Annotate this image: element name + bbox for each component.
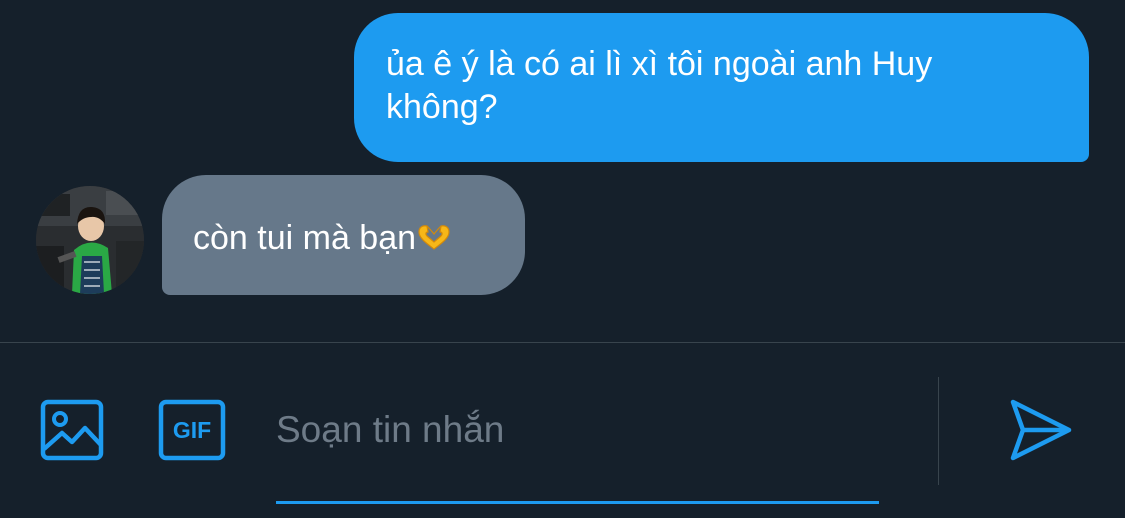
outgoing-message-line-2: không? <box>386 88 498 126</box>
compose-input-underline <box>276 501 879 504</box>
gif-label: GIF <box>172 417 212 443</box>
avatar-photo <box>36 186 144 294</box>
send-icon <box>1010 399 1072 461</box>
add-image-button[interactable] <box>40 399 104 461</box>
incoming-message-text: còn tui mà bạn <box>193 219 417 257</box>
dm-conversation-screen: ủa ê ý là có ai lì xì tôi ngoài anh Huy … <box>0 0 1125 518</box>
composer-divider <box>0 342 1125 343</box>
image-icon <box>40 399 104 461</box>
outgoing-message-line-1: ủa ê ý là có ai lì xì tôi ngoài anh Huy <box>386 45 933 83</box>
send-button[interactable] <box>1008 398 1074 462</box>
add-gif-button[interactable]: GIF <box>158 399 226 461</box>
outgoing-message-bubble[interactable]: ủa ê ý là có ai lì xì tôi ngoài anh Huy … <box>354 13 1089 162</box>
message-compose-input[interactable] <box>276 400 880 460</box>
send-divider <box>938 377 939 485</box>
heart-hands-emoji <box>416 220 452 250</box>
avatar[interactable] <box>36 186 144 294</box>
incoming-message-bubble[interactable]: còn tui mà bạn <box>162 175 525 295</box>
